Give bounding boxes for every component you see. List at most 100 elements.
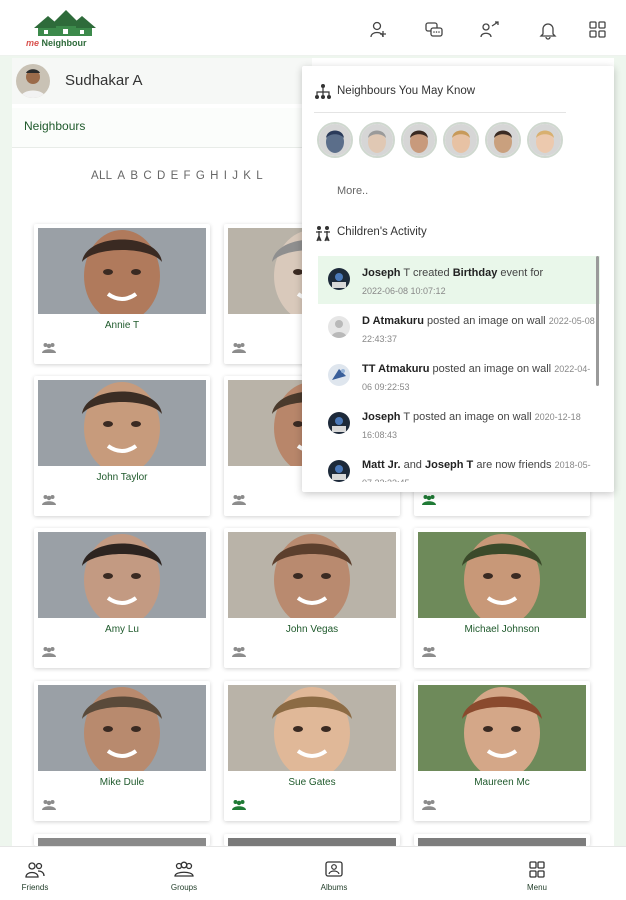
- alpha-filter-g[interactable]: G: [196, 170, 205, 182]
- neighbour-photo[interactable]: [38, 532, 206, 618]
- activity-text: Joseph T posted an image on wall 2020-12…: [362, 408, 598, 444]
- neighbour-photo[interactable]: [418, 532, 586, 618]
- bell-icon[interactable]: [538, 20, 560, 42]
- alpha-filter-f[interactable]: F: [184, 170, 191, 182]
- breadcrumb-label[interactable]: Neighbours: [24, 119, 85, 133]
- activity-item[interactable]: Matt Jr. and Joseph T are now friends 20…: [318, 448, 600, 482]
- neighbour-name[interactable]: Annie T: [34, 320, 210, 331]
- neighbour-name[interactable]: Amy Lu: [34, 624, 210, 635]
- user-name[interactable]: Sudhakar A: [65, 72, 143, 89]
- user-row: [12, 58, 312, 104]
- suggested-neighbour-avatar[interactable]: [443, 122, 479, 158]
- activity-object[interactable]: Joseph T: [425, 459, 473, 471]
- apps-grid-icon[interactable]: [588, 20, 610, 42]
- neighbour-photo[interactable]: [38, 228, 206, 314]
- group-icon[interactable]: [232, 798, 246, 810]
- nav-friends[interactable]: Friends: [5, 861, 65, 892]
- activity-actor-rest: T created: [400, 267, 453, 279]
- neighbour-name[interactable]: Mike Dule: [34, 777, 210, 788]
- app-logo[interactable]: me Neighbour: [26, 8, 100, 50]
- neighbour-name[interactable]: Michael Johnson: [414, 624, 590, 635]
- neighbour-name[interactable]: John Taylor: [34, 472, 210, 483]
- neighbour-name[interactable]: John Vegas: [224, 624, 400, 635]
- suggested-neighbour-avatar[interactable]: [485, 122, 521, 158]
- activity-actor[interactable]: Joseph: [362, 411, 401, 423]
- group-icon[interactable]: [232, 493, 246, 505]
- neighbour-card-partial[interactable]: [224, 834, 400, 846]
- activity-item[interactable]: Joseph T posted an image on wall 2020-12…: [318, 400, 600, 448]
- activity-scrollbar[interactable]: [596, 256, 599, 386]
- neighbour-card[interactable]: John Taylor: [34, 376, 210, 516]
- alpha-filter-h[interactable]: H: [210, 170, 219, 182]
- activity-item[interactable]: D Atmakuru posted an image on wall 2022-…: [318, 304, 600, 352]
- alpha-filter-k[interactable]: K: [243, 170, 251, 182]
- activity-actor[interactable]: TT Atmakuru: [362, 363, 429, 375]
- activity-text: Matt Jr. and Joseph T are now friends 20…: [362, 456, 598, 482]
- nav-friends-label: Friends: [21, 883, 49, 892]
- chat-icon[interactable]: [424, 20, 446, 42]
- alpha-filter-a[interactable]: A: [117, 170, 125, 182]
- albums-icon: [325, 861, 343, 877]
- activity-object[interactable]: Birthday: [453, 267, 498, 279]
- suggested-neighbour-avatar[interactable]: [317, 122, 353, 158]
- neighbour-photo[interactable]: [38, 685, 206, 771]
- neighbour-card[interactable]: Michael Johnson: [414, 528, 590, 668]
- neighbour-card[interactable]: Maureen Mc: [414, 681, 590, 821]
- neighbour-photo[interactable]: [228, 532, 396, 618]
- neighbour-photo[interactable]: [38, 380, 206, 466]
- neighbour-card[interactable]: Mike Dule: [34, 681, 210, 821]
- activity-actor[interactable]: D Atmakuru: [362, 315, 424, 327]
- suggested-neighbour-avatar[interactable]: [359, 122, 395, 158]
- group-icon[interactable]: [422, 645, 436, 657]
- group-icon[interactable]: [42, 493, 56, 505]
- activity-item[interactable]: TT Atmakuru posted an image on wall 2022…: [318, 352, 600, 400]
- nav-menu[interactable]: Menu: [507, 861, 567, 892]
- group-icon[interactable]: [232, 341, 246, 353]
- activity-avatar: [328, 268, 350, 290]
- group-icon[interactable]: [42, 645, 56, 657]
- neighbour-name[interactable]: Maureen Mc: [414, 777, 590, 788]
- menu-grid-icon: [529, 861, 545, 878]
- neighbour-card[interactable]: Annie T: [34, 224, 210, 364]
- activity-text: Joseph T created Birthday event for 2022-…: [362, 264, 598, 300]
- neighbour-card[interactable]: John Vegas: [224, 528, 400, 668]
- activity-actor[interactable]: Joseph: [362, 267, 401, 279]
- activity-text: D Atmakuru posted an image on wall 2022-…: [362, 312, 598, 348]
- group-icon[interactable]: [422, 493, 436, 505]
- avatar[interactable]: [16, 64, 50, 98]
- activity-rest: posted an image on wall: [429, 363, 552, 375]
- logo-prefix: me: [26, 38, 40, 48]
- activity-actor[interactable]: Matt Jr.: [362, 459, 401, 471]
- activity-rest: event for: [497, 267, 544, 279]
- activity-rest: posted an image on wall: [409, 411, 532, 423]
- neighbour-card[interactable]: Sue Gates: [224, 681, 400, 821]
- more-link[interactable]: More..: [337, 185, 368, 197]
- nav-albums[interactable]: Albums: [304, 861, 364, 892]
- group-icon[interactable]: [232, 645, 246, 657]
- neighbour-photo[interactable]: [418, 685, 586, 771]
- neighbour-photo[interactable]: [228, 685, 396, 771]
- group-icon[interactable]: [42, 798, 56, 810]
- activity-item[interactable]: Joseph T created Birthday event for 2022-…: [318, 256, 600, 304]
- add-user-icon[interactable]: [368, 20, 390, 42]
- alpha-filter-l[interactable]: L: [256, 170, 263, 182]
- nav-groups[interactable]: Groups: [154, 861, 214, 892]
- neighbour-card-partial[interactable]: [34, 834, 210, 846]
- share-icon[interactable]: [480, 20, 502, 42]
- neighbour-name[interactable]: Sue Gates: [224, 777, 400, 788]
- suggested-neighbour-avatar[interactable]: [527, 122, 563, 158]
- alpha-filter-e[interactable]: E: [171, 170, 179, 182]
- alpha-filter-j[interactable]: J: [232, 170, 238, 182]
- alpha-filter-c[interactable]: C: [143, 170, 152, 182]
- alpha-filter-b[interactable]: B: [130, 170, 138, 182]
- neighbour-card-partial[interactable]: [414, 834, 590, 846]
- suggested-neighbour-avatar[interactable]: [401, 122, 437, 158]
- bottom-navigation: Friends Groups Albums Menu: [0, 846, 626, 900]
- group-icon[interactable]: [422, 798, 436, 810]
- alpha-filter-i[interactable]: I: [224, 170, 228, 182]
- neighbour-card[interactable]: Amy Lu: [34, 528, 210, 668]
- alpha-filter-d[interactable]: D: [157, 170, 166, 182]
- group-icon[interactable]: [42, 341, 56, 353]
- alpha-filter-all[interactable]: ALL: [91, 170, 112, 182]
- logo-name: Neighbour: [41, 38, 87, 48]
